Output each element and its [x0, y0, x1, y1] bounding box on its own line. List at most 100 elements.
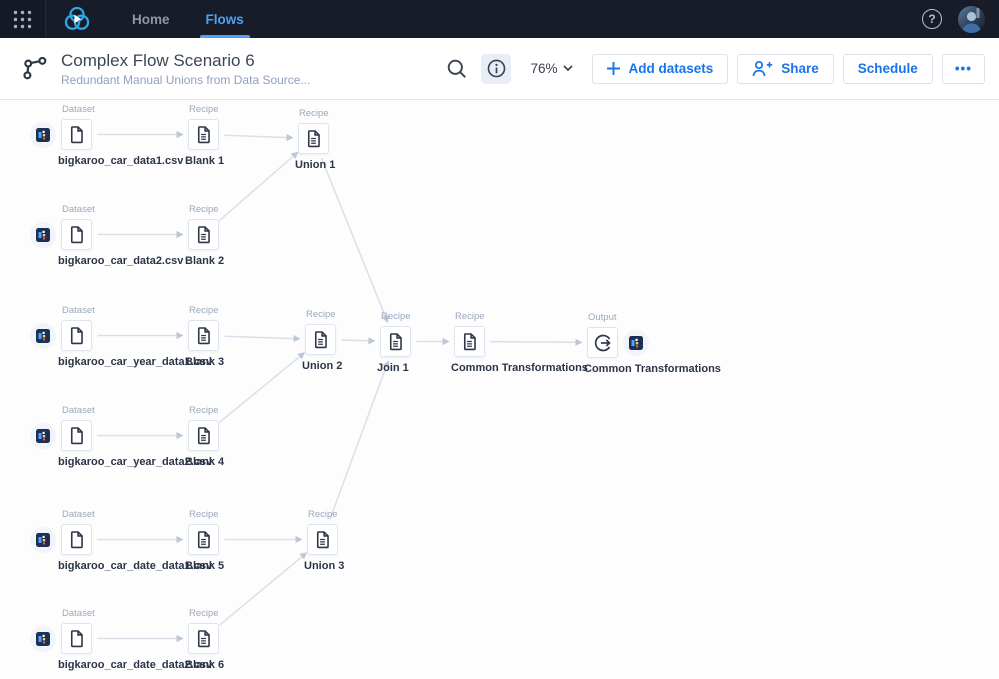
more-options-button[interactable]: ••• — [942, 54, 985, 84]
node-box[interactable] — [188, 320, 219, 351]
share-button[interactable]: Share — [737, 54, 834, 84]
node-box[interactable] — [61, 320, 92, 351]
recipe-doc-icon — [194, 426, 213, 445]
tab-home[interactable]: Home — [114, 0, 188, 38]
flow-edge-arrowhead — [443, 338, 450, 345]
node-name-label: Blank 4 — [185, 456, 224, 468]
node-type-label: Output — [588, 312, 617, 323]
add-datasets-label: Add datasets — [628, 61, 713, 76]
node-name-label: bigkaroo_car_data2.csv — [58, 255, 183, 267]
node-name-label: Blank 6 — [185, 659, 224, 671]
flow-edge-blank2-union1 — [219, 156, 293, 220]
flow-node-blank6[interactable]: RecipeBlank 6 — [188, 623, 219, 654]
flow-node-blank1[interactable]: RecipeBlank 1 — [188, 119, 219, 150]
flow-node-blank5[interactable]: RecipeBlank 5 — [188, 524, 219, 555]
flow-edge-blank4-union2 — [220, 357, 300, 423]
connector-badge-icon — [629, 336, 643, 350]
flow-edge-arrowhead — [177, 635, 184, 642]
recipe-doc-icon — [194, 225, 213, 244]
flow-edge-blank3-union2 — [224, 336, 293, 338]
app-launcher-button[interactable] — [0, 0, 46, 38]
schedule-label: Schedule — [858, 61, 918, 76]
node-box[interactable] — [188, 623, 219, 654]
info-button[interactable] — [481, 54, 511, 84]
node-type-label: Dataset — [62, 608, 95, 619]
add-datasets-button[interactable]: Add datasets — [592, 54, 728, 84]
node-box[interactable] — [188, 420, 219, 451]
connector-badge[interactable] — [30, 423, 56, 449]
navbar-right: ? — [922, 0, 985, 38]
node-box[interactable] — [305, 324, 336, 355]
flow-node-out[interactable]: OutputCommon Transformations — [587, 327, 618, 358]
flow-node-blank2[interactable]: RecipeBlank 2 — [188, 219, 219, 250]
flow-node-ds4[interactable]: Datasetbigkaroo_car_year_data2.csv — [61, 420, 92, 451]
node-type-label: Recipe — [299, 108, 329, 119]
connector-badge-icon — [36, 533, 50, 547]
flow-header: Complex Flow Scenario 6 Redundant Manual… — [0, 38, 999, 100]
recipe-doc-icon — [194, 125, 213, 144]
flow-icon — [22, 55, 49, 82]
node-box[interactable] — [61, 119, 92, 150]
flow-node-ct[interactable]: RecipeCommon Transformations — [454, 326, 485, 357]
node-box[interactable] — [61, 420, 92, 451]
connector-badge[interactable] — [30, 527, 56, 553]
flow-node-ds5[interactable]: Datasetbigkaroo_car_date_data1.csv — [61, 524, 92, 555]
flow-node-ds3[interactable]: Datasetbigkaroo_car_year_data1.csv — [61, 320, 92, 351]
connector-badge[interactable] — [30, 222, 56, 248]
page-title: Complex Flow Scenario 6 — [61, 51, 310, 71]
flow-edge-blank1-union1 — [224, 135, 286, 137]
node-box[interactable] — [587, 327, 618, 358]
flow-node-blank3[interactable]: RecipeBlank 3 — [188, 320, 219, 351]
schedule-button[interactable]: Schedule — [843, 54, 933, 84]
connector-badge[interactable] — [623, 330, 649, 356]
flow-node-union2[interactable]: RecipeUnion 2 — [305, 324, 336, 355]
node-name-label: Blank 3 — [185, 356, 224, 368]
node-box[interactable] — [188, 119, 219, 150]
node-type-label: Recipe — [308, 509, 338, 520]
flow-node-ds1[interactable]: Datasetbigkaroo_car_data1.csv — [61, 119, 92, 150]
flow-node-ds2[interactable]: Datasetbigkaroo_car_data2.csv — [61, 219, 92, 250]
toolbar-actions: 76% Add datasets Share Schedule ••• — [442, 54, 985, 84]
node-box[interactable] — [454, 326, 485, 357]
node-type-label: Recipe — [189, 509, 219, 520]
node-type-label: Recipe — [189, 104, 219, 115]
user-avatar[interactable] — [958, 6, 985, 33]
help-icon[interactable]: ? — [922, 9, 942, 29]
flow-node-union1[interactable]: RecipeUnion 1 — [298, 123, 329, 154]
nav-tabs: Home Flows — [114, 0, 262, 38]
node-name-label: Union 2 — [302, 360, 342, 372]
connector-badge[interactable] — [30, 323, 56, 349]
product-logo[interactable] — [46, 0, 114, 38]
flow-node-blank4[interactable]: RecipeBlank 4 — [188, 420, 219, 451]
person-plus-icon — [752, 60, 773, 77]
node-box[interactable] — [298, 123, 329, 154]
flow-edge-arrowhead — [177, 432, 184, 439]
node-box[interactable] — [307, 524, 338, 555]
zoom-control[interactable]: 76% — [530, 61, 573, 76]
node-box[interactable] — [188, 219, 219, 250]
node-type-label: Dataset — [62, 104, 95, 115]
node-type-label: Recipe — [381, 311, 411, 322]
plus-icon — [607, 62, 620, 75]
connector-badge[interactable] — [30, 122, 56, 148]
node-box[interactable] — [61, 524, 92, 555]
node-name-label: Union 3 — [304, 560, 344, 572]
flow-node-ds6[interactable]: Datasetbigkaroo_car_date_data2.csv — [61, 623, 92, 654]
node-box[interactable] — [61, 219, 92, 250]
file-icon — [67, 629, 86, 648]
node-name-label: Blank 2 — [185, 255, 224, 267]
recipe-doc-icon — [194, 530, 213, 549]
search-button[interactable] — [442, 54, 472, 84]
flow-edge-arrowhead — [286, 134, 293, 141]
node-box[interactable] — [188, 524, 219, 555]
node-box[interactable] — [380, 326, 411, 357]
node-type-label: Recipe — [189, 405, 219, 416]
flow-canvas[interactable]: Datasetbigkaroo_car_data1.csvRecipeBlank… — [0, 100, 999, 679]
connector-badge[interactable] — [30, 626, 56, 652]
node-name-label: bigkaroo_car_data1.csv — [58, 155, 183, 167]
file-icon — [67, 225, 86, 244]
tab-flows[interactable]: Flows — [188, 0, 262, 38]
flow-node-join1[interactable]: RecipeJoin 1 — [380, 326, 411, 357]
flow-node-union3[interactable]: RecipeUnion 3 — [307, 524, 338, 555]
node-box[interactable] — [61, 623, 92, 654]
